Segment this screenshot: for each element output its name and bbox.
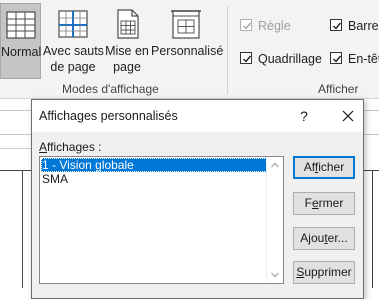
checkmark-icon (333, 22, 342, 30)
show-button[interactable]: Afficher (293, 156, 355, 179)
page-break-preview-label-2: de page (50, 60, 96, 74)
page-layout-button[interactable]: Mise en page (104, 3, 150, 79)
button-text: Ajou (300, 231, 325, 245)
checkbox-box (330, 19, 342, 31)
add-button[interactable]: Ajouter... (293, 227, 355, 250)
page-break-preview-icon (58, 10, 88, 38)
normal-view-label: Normal (1, 45, 42, 59)
button-text: Af (303, 160, 315, 174)
vertical-scrollbar[interactable] (266, 157, 283, 283)
list-item[interactable]: SMA (41, 172, 267, 186)
sheet-border (22, 170, 23, 288)
normal-view-button[interactable]: Normal (0, 3, 41, 79)
scroll-up-arrow-icon[interactable] (267, 157, 283, 173)
close-icon[interactable] (338, 106, 358, 126)
custom-views-button[interactable]: Personnalisé (151, 3, 224, 79)
checkmark-icon (243, 55, 252, 63)
checkbox-box (330, 52, 342, 64)
page-layout-icon (117, 9, 139, 39)
scroll-down-arrow-icon[interactable] (267, 267, 283, 283)
custom-views-label: Personnalisé (151, 44, 224, 58)
access-key: e (311, 196, 319, 210)
gridlines-label: Quadrillage (258, 52, 322, 66)
button-text: er... (327, 231, 348, 245)
page-layout-label-1: Mise en (105, 44, 149, 58)
dialog-titlebar[interactable]: Affichages personnalisés ? (32, 100, 363, 132)
button-text: icher (318, 160, 345, 174)
sheet-border (0, 170, 32, 171)
custom-views-icon (171, 10, 201, 39)
normal-view-icon (5, 11, 36, 39)
help-button[interactable]: ? (294, 106, 314, 126)
group-separator (227, 6, 228, 94)
views-list-label: Affichages : (39, 140, 102, 154)
page-break-preview-button[interactable]: Avec sauts de page (43, 3, 104, 79)
delete-button[interactable]: Supprimer (293, 261, 355, 284)
ruler-label: Règle (258, 19, 291, 33)
sheet-border (372, 170, 373, 288)
headings-label: En-têt (348, 52, 379, 66)
views-list-items: 1 - Vision globale SMA (41, 158, 267, 186)
button-text: upprimer (304, 265, 352, 279)
show-group-label: Afficher (318, 82, 359, 96)
formula-bar-field[interactable] (364, 110, 379, 135)
checkbox-box (240, 52, 252, 64)
dialog-title: Affichages personnalisés (39, 109, 178, 123)
page-layout-label-2: page (113, 60, 141, 74)
ribbon-view-tab: Normal Avec sauts de page Mise en page P… (0, 0, 379, 98)
button-text: F (304, 196, 312, 210)
button-text: rmer (318, 196, 344, 210)
custom-views-dialog: Affichages personnalisés ? Affichages : … (31, 99, 364, 299)
list-item[interactable]: 1 - Vision globale (41, 158, 267, 172)
workbook-views-group-label: Modes d'affichage (62, 82, 159, 96)
access-key: A (39, 140, 48, 154)
close-button[interactable]: Fermer (293, 192, 355, 215)
formula-bar-label: Barre d (348, 19, 379, 33)
checkmark-icon (243, 22, 252, 30)
divider (0, 148, 32, 149)
checkmark-icon (333, 55, 342, 63)
page-break-preview-label-1: Avec sauts (43, 44, 104, 58)
checkbox-box (240, 19, 252, 31)
views-listbox[interactable]: 1 - Vision globale SMA (39, 156, 284, 284)
label-text: ffichages : (47, 140, 102, 154)
